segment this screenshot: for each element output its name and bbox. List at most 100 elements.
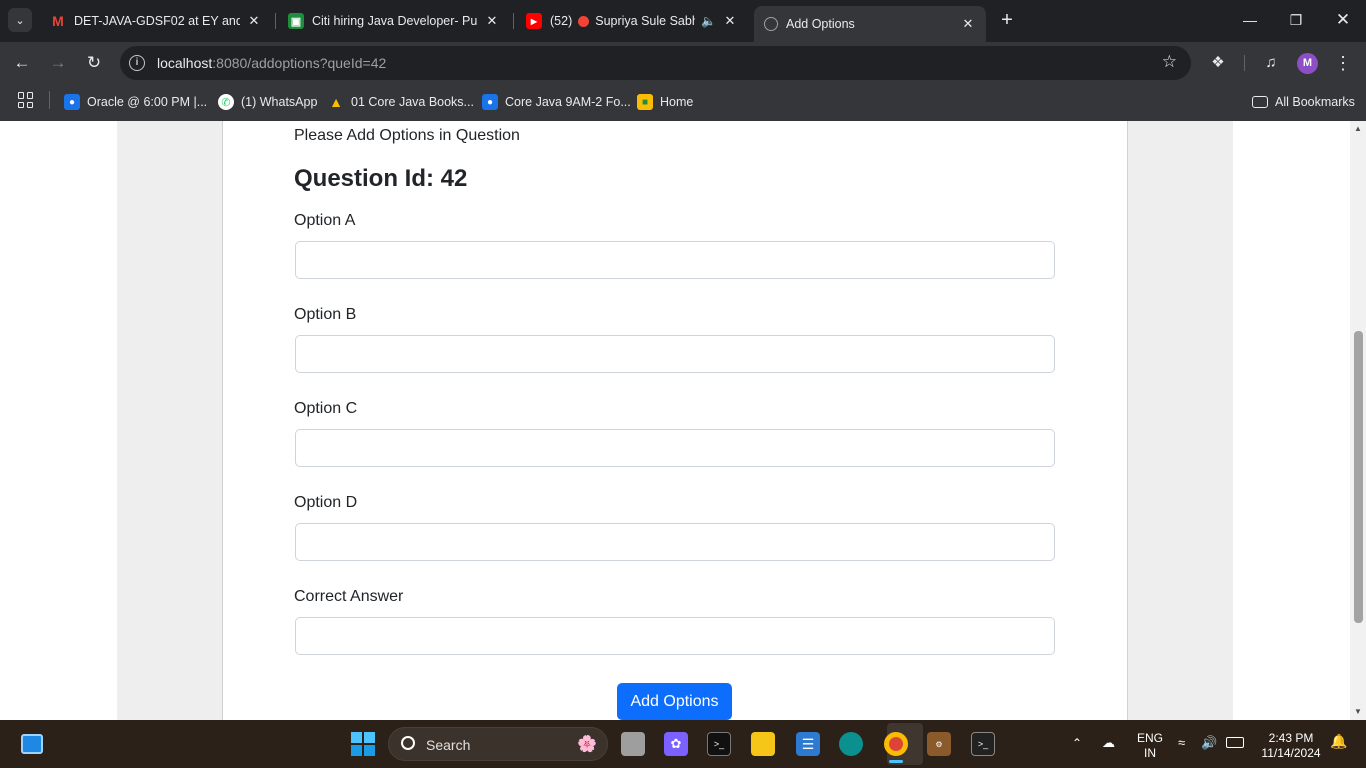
search-label: Search (426, 737, 471, 753)
bookmark-core-java-books[interactable]: ▲ 01 Core Java Books... (328, 92, 474, 112)
battery-icon[interactable] (1226, 737, 1244, 748)
option-a-input[interactable] (295, 241, 1055, 279)
gmail-icon: M (52, 13, 64, 29)
question-id-heading: Question Id: 42 (294, 165, 468, 192)
tab-separator (513, 13, 514, 29)
scrollbar-thumb[interactable] (1354, 331, 1363, 623)
tab-citi[interactable]: ▣ Citi hiring Java Developer- Pune ✕ (278, 6, 510, 36)
url-path: :8080/addoptions?queId=42 (212, 55, 387, 71)
all-bookmarks[interactable]: All Bookmarks (1252, 92, 1355, 112)
close-window-button[interactable]: ✕ (1331, 8, 1355, 32)
toolbar-separator (1244, 55, 1245, 71)
wifi-icon[interactable]: ≈ (1178, 735, 1185, 750)
forward-button[interactable]: → (46, 51, 70, 75)
notification-bell-icon[interactable]: 🔔 (1330, 734, 1347, 749)
bookmark-oracle[interactable]: ● Oracle @ 6:00 PM |... (64, 92, 207, 112)
close-icon[interactable]: ✕ (722, 13, 738, 29)
correct-answer-label: Correct Answer (294, 588, 404, 605)
site-info-icon[interactable]: i (129, 55, 145, 71)
bookmark-whatsapp[interactable]: ✆ (1) WhatsApp (218, 92, 317, 112)
address-bar[interactable]: i localhost:8080/addoptions?queId=42 ☆ (120, 46, 1191, 80)
card-border (222, 121, 223, 720)
tab-youtube[interactable]: ▶ (52) Supriya Sule Sabha 🔈 ✕ (516, 6, 748, 36)
page-viewport: Please Add Options in Question Question … (0, 121, 1350, 720)
page-intro-text: Please Add Options in Question (294, 127, 520, 144)
option-b-input[interactable] (295, 335, 1055, 373)
back-button[interactable]: ← (10, 51, 34, 75)
tab-separator (275, 13, 276, 29)
tab-strip: ⌄ M DET-JAVA-GDSF02 at EY and 9 ✕ ▣ Citi… (0, 0, 1366, 42)
all-bookmarks-label: All Bookmarks (1275, 95, 1355, 109)
search-icon (401, 736, 415, 750)
bookmark-label: Oracle @ 6:00 PM |... (87, 95, 208, 109)
bookmark-star-icon[interactable]: ☆ (1162, 52, 1177, 72)
apps-grid-icon[interactable] (18, 92, 34, 108)
close-icon[interactable]: ✕ (484, 13, 500, 29)
new-tab-button[interactable]: + (996, 9, 1018, 31)
chrome-icon[interactable] (884, 732, 908, 756)
person-badge-icon: ● (482, 94, 498, 110)
edge-icon[interactable] (839, 732, 863, 756)
tab-search-icon[interactable]: ⌄ (8, 8, 32, 32)
recording-dot-icon (578, 15, 590, 27)
start-windows-icon[interactable] (351, 732, 375, 756)
search-highlight-icon: 🌸 (577, 736, 597, 753)
reload-button[interactable]: ↻ (82, 51, 106, 75)
profile-avatar[interactable]: M (1297, 53, 1318, 74)
app-icon[interactable]: ⚙ (927, 732, 951, 756)
task-view-icon[interactable] (621, 732, 645, 756)
bookmark-home[interactable]: ■ Home (637, 92, 693, 112)
onedrive-icon[interactable]: ☁ (1102, 735, 1115, 750)
jobs-icon: ▣ (288, 13, 304, 29)
notepad-icon[interactable]: ☰ (796, 732, 820, 756)
whatsapp-icon: ✆ (218, 94, 234, 110)
clock-date: 11/14/2024 (1261, 746, 1321, 760)
terminal-icon[interactable]: >_ (707, 732, 731, 756)
bookmark-label: 01 Core Java Books... (351, 95, 474, 109)
clock[interactable]: 2:43 PM 11/14/2024 (1256, 731, 1326, 761)
tab-recording-label: Supriya Sule Sabha (595, 14, 696, 28)
command-prompt-icon[interactable]: >_ (971, 732, 995, 756)
globe-icon (764, 17, 778, 31)
correct-answer-input[interactable] (295, 617, 1055, 655)
close-icon[interactable]: ✕ (960, 16, 976, 32)
scroll-down-arrow-icon[interactable]: ▼ (1350, 704, 1366, 720)
bookmarks-bar: ● Oracle @ 6:00 PM |... ✆ (1) WhatsApp ▲… (0, 84, 1366, 121)
tab-title: Citi hiring Java Developer- Pune (312, 14, 478, 28)
person-badge-icon: ● (64, 94, 80, 110)
restore-button[interactable]: ❐ (1284, 8, 1308, 32)
speaker-icon[interactable]: 🔈 (701, 14, 716, 28)
tab-gmail[interactable]: M DET-JAVA-GDSF02 at EY and 9 ✕ (40, 6, 272, 36)
minimize-button[interactable]: — (1238, 8, 1262, 32)
extensions-icon[interactable]: ❖ (1207, 52, 1229, 74)
bookmark-label: (1) WhatsApp (241, 95, 318, 109)
chevron-up-icon[interactable]: ⌃ (1072, 736, 1082, 751)
option-b-label: Option B (294, 306, 357, 323)
file-explorer-icon[interactable] (751, 732, 775, 756)
tab-add-options[interactable]: Add Options ✕ (754, 6, 986, 42)
card-border (1127, 121, 1128, 720)
region-label: IN (1144, 746, 1156, 760)
close-icon[interactable]: ✕ (246, 13, 262, 29)
bookmark-label: Home (660, 95, 694, 109)
language-indicator[interactable]: ENG IN (1134, 731, 1166, 761)
add-options-button[interactable]: Add Options (617, 683, 732, 720)
active-app-indicator (889, 760, 903, 763)
bookmark-core-java-9am[interactable]: ● Core Java 9AM-2 Fo... (482, 92, 631, 112)
widgets-icon[interactable] (20, 732, 44, 756)
option-d-input[interactable] (295, 523, 1055, 561)
url-host: localhost (157, 55, 213, 71)
option-c-input[interactable] (295, 429, 1055, 467)
youtube-icon: ▶ (526, 13, 542, 29)
bookmark-label: Core Java 9AM-2 Fo... (505, 95, 631, 109)
volume-icon[interactable]: 🔊 (1201, 735, 1217, 750)
menu-kebab-icon[interactable]: ⋮ (1332, 52, 1354, 74)
copilot-icon[interactable]: ✿ (664, 732, 688, 756)
taskbar-search[interactable]: Search 🌸 (388, 727, 608, 761)
language-label: ENG (1136, 731, 1163, 745)
media-control-icon[interactable]: ♫ (1260, 52, 1282, 74)
classroom-icon: ■ (637, 94, 653, 110)
page-scrollbar[interactable]: ▲ ▼ (1350, 121, 1366, 720)
scroll-up-arrow-icon[interactable]: ▲ (1350, 121, 1366, 137)
url-text[interactable]: localhost:8080/addoptions?queId=42 (157, 55, 386, 71)
